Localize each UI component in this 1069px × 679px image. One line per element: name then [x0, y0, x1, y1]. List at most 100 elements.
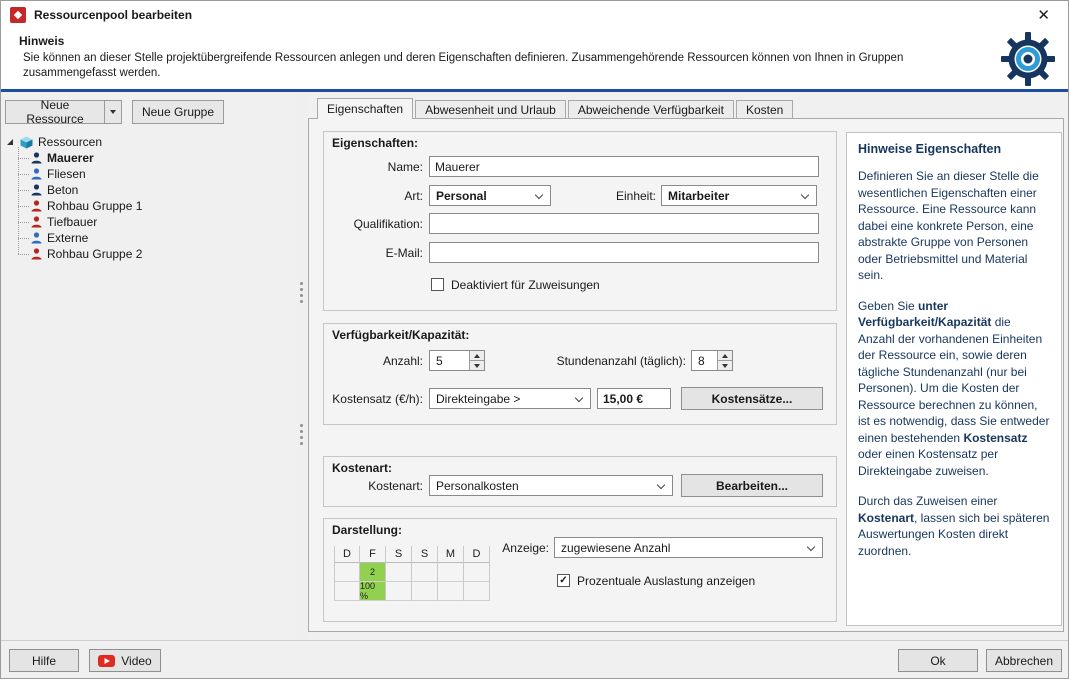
- new-resource-dropdown-button[interactable]: [105, 100, 122, 124]
- tree-root-label: Ressourcen: [38, 135, 103, 149]
- art-select[interactable]: Personal: [429, 185, 551, 206]
- qualifikation-input[interactable]: [429, 213, 819, 234]
- hilfe-button[interactable]: Hilfe: [9, 649, 79, 672]
- stundenanzahl-value: 8: [698, 353, 705, 368]
- stundenanzahl-stepper[interactable]: 8: [691, 350, 733, 371]
- gear-logo-icon: [1000, 31, 1056, 87]
- tree-item-beton[interactable]: Beton: [17, 182, 142, 198]
- kostensaetze-button[interactable]: Kostensätze...: [681, 387, 823, 410]
- tree-item-label: Beton: [47, 183, 79, 197]
- hint-header: Hinweis Sie können an dieser Stelle proj…: [1, 29, 1068, 89]
- calendar-cell: [335, 582, 359, 601]
- day-header: D: [464, 546, 489, 563]
- anzahl-value: 5: [436, 353, 443, 368]
- calendar-cell: [386, 563, 411, 582]
- name-input[interactable]: [429, 156, 819, 177]
- tree-item-externe[interactable]: Externe: [17, 230, 142, 246]
- calendar-cell: [464, 582, 489, 601]
- qualifikation-label: Qualifikation:: [353, 217, 423, 231]
- resource-tree-panel: Neue Ressource Neue Gruppe Ressourcen Ma…: [1, 92, 297, 642]
- spinner-down-icon[interactable]: [718, 361, 732, 370]
- auslastung-checkbox-label: Prozentuale Auslastung anzeigen: [577, 574, 756, 588]
- video-button[interactable]: Video: [89, 649, 161, 672]
- tree-item-rohbau-gruppe-2[interactable]: Rohbau Gruppe 2: [17, 246, 143, 262]
- tree-item-ressourcen[interactable]: Ressourcen: [7, 134, 142, 150]
- close-icon[interactable]: ✕: [1031, 7, 1056, 24]
- anzahl-stepper[interactable]: 5: [429, 350, 485, 371]
- tab-abwesenheit-und-urlaub[interactable]: Abwesenheit und Urlaub: [415, 100, 566, 119]
- help-paragraph-2: Geben Sie unter Verfügbarkeit/Kapazität …: [858, 298, 1050, 480]
- tree-children: Mauerer Fliesen Beton Rohbau Gruppe 1 Ti…: [17, 147, 143, 262]
- calendar-cell: [412, 582, 437, 601]
- group-verfuegbarkeit-caption: Verfügbarkeit/Kapazität:: [332, 328, 470, 342]
- left-toolbar: Neue Ressource Neue Gruppe: [5, 98, 224, 126]
- app-icon: [10, 7, 26, 23]
- splitter-handle[interactable]: [300, 282, 303, 303]
- email-label: E-Mail:: [385, 246, 423, 260]
- abbrechen-button[interactable]: Abbrechen: [986, 649, 1062, 672]
- calendar-cell: [335, 563, 359, 582]
- person-icon: [31, 216, 42, 228]
- spinner-up-icon[interactable]: [470, 351, 484, 361]
- tree-item-fliesen[interactable]: Fliesen: [17, 166, 142, 182]
- day-header: F: [360, 546, 385, 563]
- title-bar: Ressourcenpool bearbeiten ✕: [1, 1, 1068, 29]
- kostenart-select[interactable]: Personalkosten: [429, 475, 673, 496]
- deaktiviert-checkbox[interactable]: [431, 278, 444, 291]
- kostensatz-label: Kostensatz (€/h):: [332, 392, 423, 406]
- tree-expanded-icon[interactable]: [7, 139, 13, 145]
- hint-title: Hinweis: [19, 34, 65, 48]
- person-icon: [31, 152, 42, 164]
- new-group-button[interactable]: Neue Gruppe: [132, 100, 224, 124]
- bearbeiten-button[interactable]: Bearbeiten...: [681, 474, 823, 497]
- ok-button[interactable]: Ok: [898, 649, 978, 672]
- help-text: die Anzahl der vorhandenen Einheiten der…: [858, 315, 1050, 445]
- tree-item-label: Tiefbauer: [47, 215, 98, 229]
- art-label: Art:: [404, 189, 423, 203]
- kostensatz-mode-select[interactable]: Direkteingabe >: [429, 388, 591, 409]
- einheit-label: Einheit:: [615, 189, 656, 203]
- new-resource-button[interactable]: Neue Ressource: [5, 98, 105, 126]
- spinner-down-icon[interactable]: [470, 361, 484, 370]
- tab-eigenschaften[interactable]: Eigenschaften: [317, 98, 414, 119]
- kostenart-value: Personalkosten: [436, 478, 519, 493]
- deaktiviert-checkbox-label: Deaktiviert für Zuweisungen: [451, 278, 600, 292]
- einheit-select[interactable]: Mitarbeiter: [661, 185, 817, 206]
- spinner-up-icon[interactable]: [718, 351, 732, 361]
- person-icon: [31, 184, 42, 196]
- help-paragraph-1: Definieren Sie an dieser Stelle die wese…: [858, 169, 1039, 282]
- email-input[interactable]: [429, 242, 819, 263]
- day-header: S: [412, 546, 437, 563]
- tree-item-label: Rohbau Gruppe 1: [47, 199, 143, 213]
- kostensatz-input[interactable]: [597, 388, 671, 409]
- day-header: S: [386, 546, 411, 563]
- help-text-bold: Kostensatz: [963, 430, 1028, 445]
- tab-strip: Eigenschaften Abwesenheit und Urlaub Abw…: [317, 98, 795, 119]
- ressourcenpool-dialog: Ressourcenpool bearbeiten ✕ Hinweis Sie …: [0, 0, 1069, 679]
- tree-item-rohbau-gruppe-1[interactable]: Rohbau Gruppe 1: [17, 198, 143, 214]
- calendar-cell-percent: 100 %: [360, 581, 385, 601]
- tree-item-mauerer[interactable]: Mauerer: [17, 150, 142, 166]
- anzeige-value: zugewiesene Anzahl: [561, 540, 671, 555]
- calendar-cell-count: 2: [360, 563, 385, 582]
- tree-item-label: Rohbau Gruppe 2: [47, 247, 143, 261]
- resource-tree: Ressourcen Mauerer Fliesen Beton Rohbau: [7, 134, 142, 262]
- tab-kosten[interactable]: Kosten: [735, 100, 794, 119]
- splitter-handle[interactable]: [300, 424, 303, 445]
- anzeige-select[interactable]: zugewiesene Anzahl: [554, 537, 823, 558]
- auslastung-checkbox[interactable]: ✓: [557, 574, 570, 587]
- calendar-cell: [438, 582, 463, 601]
- chevron-down-icon: [806, 542, 816, 552]
- chevron-down-icon: [574, 393, 584, 403]
- resources-cube-icon: [20, 136, 33, 148]
- kostensatz-mode-value: Direkteingabe >: [436, 391, 521, 406]
- help-text: oder einen Kostensatz per Direkteingabe …: [858, 447, 999, 478]
- tab-abweichende-verfuegbarkeit[interactable]: Abweichende Verfügbarkeit: [567, 100, 734, 119]
- help-text: Geben Sie: [858, 298, 919, 313]
- stundenanzahl-stepper-buttons: [717, 351, 732, 370]
- panel-splitter[interactable]: [297, 92, 307, 642]
- anzeige-label: Anzeige:: [502, 541, 549, 555]
- help-text: Durch das Zuweisen einer: [858, 494, 998, 508]
- tree-item-tiefbauer[interactable]: Tiefbauer: [17, 214, 142, 230]
- person-icon: [31, 168, 42, 180]
